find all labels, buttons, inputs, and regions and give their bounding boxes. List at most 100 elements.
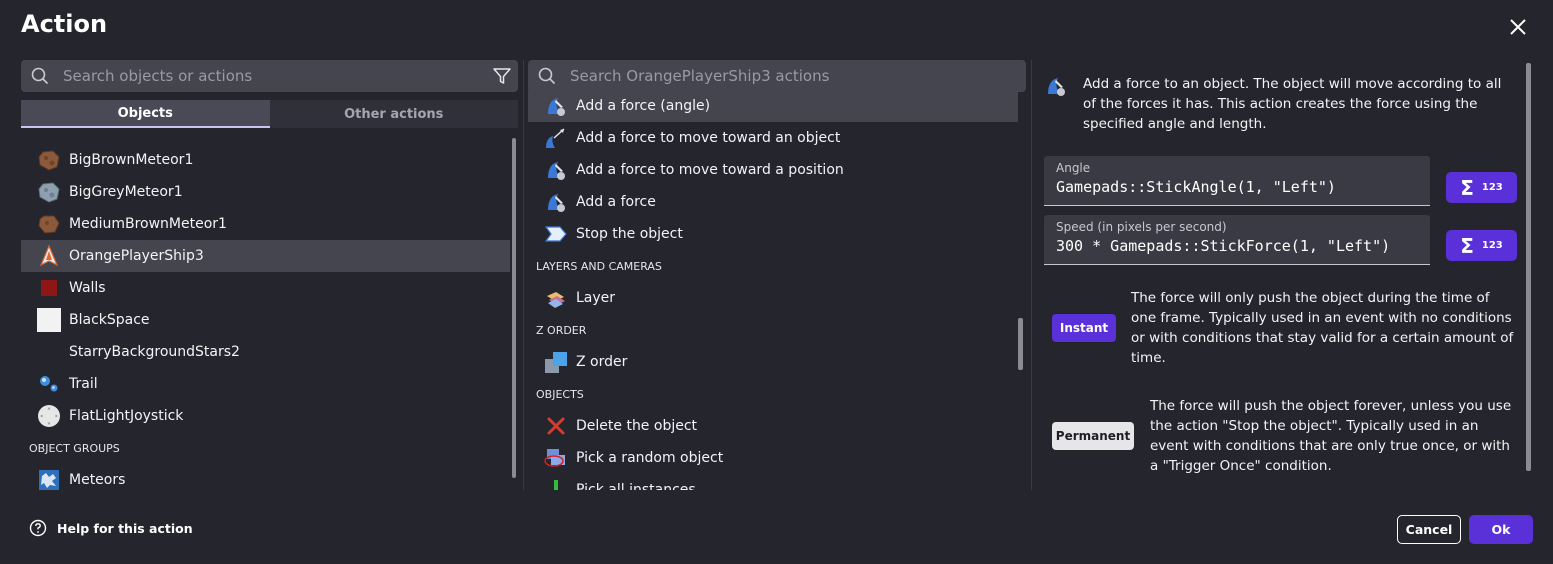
action-label: Pick a random object [576, 450, 724, 466]
action-description: Add a force to an object. The object wil… [1083, 76, 1502, 132]
speed-field-value[interactable]: 300 * Gamepads::StickForce(1, "Left") [1056, 237, 1390, 255]
expression-button-label: 123 [1481, 182, 1503, 193]
angle-expression-button[interactable]: Σ 123 [1446, 172, 1517, 203]
action-list-scrollbar[interactable] [1018, 318, 1023, 370]
column-divider [1031, 60, 1032, 490]
action-label: Add a force (angle) [576, 98, 711, 114]
action-pick-all-instances[interactable]: Pick all instances [528, 474, 1018, 490]
list-item-mediumbrownmeteor1[interactable]: MediumBrownMeteor1 [21, 208, 510, 240]
editor-scrollbar[interactable] [1526, 63, 1531, 471]
action-add-force-toward-position[interactable]: Add a force to move toward a position [528, 154, 1018, 186]
speed-expression-button[interactable]: Σ 123 [1446, 230, 1517, 261]
action-label: Pick all instances [576, 482, 696, 490]
search-icon [538, 67, 556, 85]
action-label: Layer [576, 290, 616, 306]
permanent-description: The force will push the object forever, … [1150, 398, 1512, 474]
action-editor: Add a force to an object. The object wil… [1044, 60, 1524, 490]
column-divider [523, 60, 524, 490]
white-square-icon [37, 308, 61, 332]
tab-other-actions[interactable]: Other actions [269, 100, 518, 128]
list-item-walls[interactable]: Walls [21, 272, 510, 304]
object-groups-header: OBJECT GROUPS [29, 441, 120, 455]
close-icon[interactable] [1506, 15, 1530, 39]
action-label: Add a force [576, 194, 656, 210]
instant-description: The force will only push the object duri… [1131, 290, 1514, 366]
layer-icon [547, 292, 565, 308]
joystick-icon [38, 405, 60, 427]
action-add-force-toward-object[interactable]: Add a force to move toward an object [528, 122, 1018, 154]
dialog-title: Action [21, 10, 108, 38]
action-label: Z order [576, 354, 628, 370]
stop-icon [544, 226, 567, 242]
action-label: Stop the object [576, 226, 683, 242]
delete-icon [547, 417, 565, 435]
blank-icon [37, 340, 61, 364]
help-link[interactable]: Help for this action [29, 519, 193, 537]
list-item-label: Walls [69, 280, 106, 296]
list-item-trail[interactable]: Trail [21, 368, 510, 400]
speed-field-label: Speed (in pixels per second) [1056, 220, 1227, 234]
action-delete-object[interactable]: Delete the object [528, 410, 1018, 442]
action-pick-random-object[interactable]: Pick a random object [528, 442, 1018, 474]
pick-all-icon [554, 480, 558, 490]
brown-meteor-icon [38, 215, 60, 234]
brown-meteor-icon [38, 150, 60, 171]
speed-field[interactable]: Speed (in pixels per second) 300 * Gamep… [1044, 215, 1430, 265]
force-icon [548, 194, 565, 212]
cancel-button[interactable]: Cancel [1397, 515, 1461, 544]
list-item-label: Meteors [69, 472, 126, 488]
expression-button-label: 123 [1481, 240, 1503, 251]
list-item-meteors-group[interactable]: Meteors [21, 464, 510, 496]
action-search-placeholder: Search OrangePlayerShip3 actions [570, 67, 830, 85]
action-z-order[interactable]: Z order [528, 346, 1018, 378]
actions-panel: Search OrangePlayerShip3 actions Add a f… [528, 60, 1026, 490]
tabs: Objects Other actions [21, 100, 518, 128]
action-layer[interactable]: Layer [528, 282, 1018, 314]
action-stop-object[interactable]: Stop the object [528, 218, 1018, 250]
list-item-blackspace[interactable]: BlackSpace [21, 304, 510, 336]
angle-field-label: Angle [1056, 161, 1091, 175]
object-list-scrollbar[interactable] [512, 138, 516, 478]
list-item-label: FlatLightJoystick [69, 408, 184, 424]
list-item-starrybackgroundstars2[interactable]: StarryBackgroundStars2 [21, 336, 510, 368]
objects-panel: Search objects or actions Objects Other … [21, 60, 519, 490]
action-search-input[interactable]: Search OrangePlayerShip3 actions [528, 60, 1026, 92]
list-item-label: OrangePlayerShip3 [69, 248, 204, 264]
list-item-orangeplayership3[interactable]: OrangePlayerShip3 [21, 240, 510, 272]
sigma-icon: Σ [1460, 233, 1474, 258]
sigma-icon: Σ [1460, 175, 1474, 200]
particle-icon [40, 376, 58, 392]
permanent-button[interactable]: Permanent [1052, 422, 1134, 450]
list-item-biggreymeteor1[interactable]: BigGreyMeteor1 [21, 176, 510, 208]
help-icon [29, 519, 47, 537]
list-item-label: Trail [69, 376, 98, 392]
ship-icon [39, 244, 59, 267]
list-item-label: MediumBrownMeteor1 [69, 216, 227, 232]
angle-field-value[interactable]: Gamepads::StickAngle(1, "Left") [1056, 178, 1336, 196]
group-z-order: Z ORDER [536, 323, 587, 337]
list-item-label: StarryBackgroundStars2 [69, 344, 240, 360]
action-add-force[interactable]: Add a force [528, 186, 1018, 218]
object-search-placeholder: Search objects or actions [63, 67, 253, 85]
search-icon [31, 67, 49, 85]
list-item-label: BlackSpace [69, 312, 150, 328]
ok-button[interactable]: Ok [1469, 515, 1533, 544]
tab-objects[interactable]: Objects [21, 100, 270, 128]
red-square-icon [41, 280, 57, 296]
object-list: BigBrownMeteor1 BigGreyMeteor1 MediumBro… [21, 144, 510, 496]
action-add-force-angle[interactable]: Add a force (angle) [528, 90, 1018, 122]
object-search-input[interactable]: Search objects or actions [21, 60, 518, 92]
angle-field[interactable]: Angle Gamepads::StickAngle(1, "Left") [1044, 156, 1430, 206]
grey-meteor-icon [38, 182, 60, 203]
force-toward-object-icon [546, 128, 565, 148]
list-item-bigbrownmeteor1[interactable]: BigBrownMeteor1 [21, 144, 510, 176]
pick-random-icon [544, 449, 565, 467]
action-label: Add a force to move toward an object [576, 130, 841, 146]
filter-icon[interactable] [492, 66, 512, 86]
force-icon [548, 98, 565, 116]
list-item-label: BigBrownMeteor1 [69, 152, 194, 168]
z-order-icon [545, 352, 567, 373]
instant-button[interactable]: Instant [1052, 314, 1116, 342]
list-item-flatlightjoystick[interactable]: FlatLightJoystick [21, 400, 510, 432]
force-icon [1048, 78, 1065, 96]
